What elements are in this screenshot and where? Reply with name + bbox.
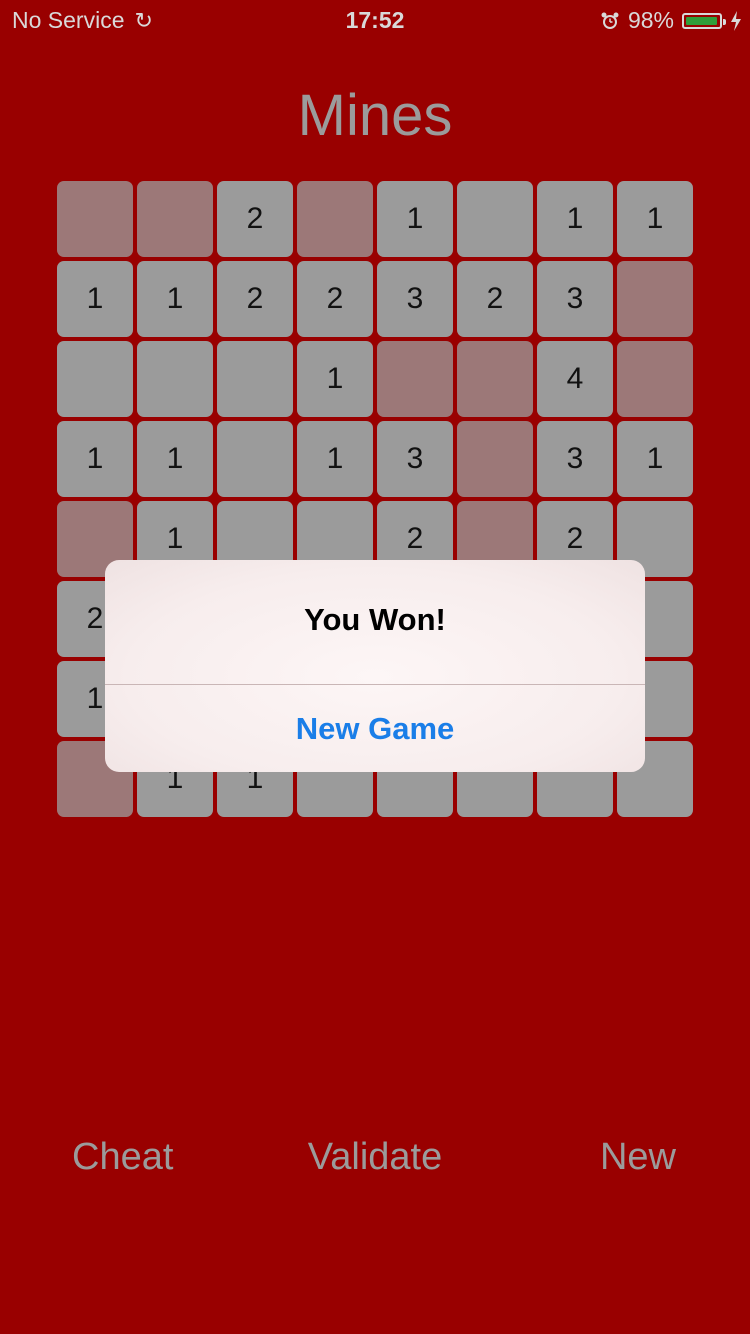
alarm-clock-icon — [601, 12, 619, 29]
mine-cell[interactable]: 3 — [377, 261, 453, 337]
battery-percent: 98% — [627, 7, 674, 33]
mine-cell[interactable] — [137, 341, 213, 417]
mine-cell[interactable]: 2 — [457, 261, 533, 337]
mine-cell-flagged[interactable] — [137, 181, 213, 257]
mine-cell[interactable]: 1 — [297, 421, 373, 497]
mine-cell[interactable]: 1 — [617, 421, 693, 497]
mine-cell[interactable] — [57, 341, 133, 417]
mine-cell[interactable]: 1 — [377, 181, 453, 257]
mine-cell[interactable]: 1 — [137, 421, 213, 497]
cheat-button[interactable]: Cheat — [72, 1136, 173, 1179]
mine-cell[interactable]: 2 — [217, 261, 293, 337]
new-button[interactable]: New — [600, 1136, 676, 1179]
mine-cell[interactable]: 2 — [297, 261, 373, 337]
mine-cell-flagged[interactable] — [57, 181, 133, 257]
mine-cell[interactable]: 3 — [537, 421, 613, 497]
mine-cell[interactable]: 1 — [297, 341, 373, 417]
mine-cell[interactable]: 2 — [217, 181, 293, 257]
new-game-button[interactable]: New Game — [105, 685, 645, 772]
mine-cell[interactable]: 1 — [57, 421, 133, 497]
battery-tip — [723, 18, 726, 25]
mine-cell[interactable] — [217, 341, 293, 417]
mine-cell-flagged[interactable] — [617, 341, 693, 417]
mine-cell[interactable]: 3 — [377, 421, 453, 497]
mine-cell-flagged[interactable] — [457, 341, 533, 417]
mine-cell-flagged[interactable] — [457, 421, 533, 497]
mine-cell[interactable]: 1 — [537, 181, 613, 257]
mine-cell[interactable] — [217, 421, 293, 497]
mine-cell[interactable]: 1 — [57, 261, 133, 337]
mine-cell[interactable]: 3 — [537, 261, 613, 337]
mine-cell-flagged[interactable] — [617, 261, 693, 337]
mine-cell[interactable]: 4 — [537, 341, 613, 417]
alert-title: You Won! — [304, 602, 446, 637]
mine-cell[interactable] — [457, 181, 533, 257]
validate-button[interactable]: Validate — [308, 1136, 443, 1178]
mine-cell[interactable]: 1 — [617, 181, 693, 257]
battery-icon — [682, 12, 726, 29]
mine-cell[interactable]: 1 — [137, 261, 213, 337]
mine-cell-flagged[interactable] — [377, 341, 453, 417]
status-right: 98% — [600, 7, 742, 34]
status-bar: No Service ↻ 17:52 98% — [0, 0, 750, 40]
page-title: Mines — [297, 83, 453, 148]
battery-fill — [686, 16, 718, 25]
mine-cell-flagged[interactable] — [297, 181, 373, 257]
charging-bolt-icon — [731, 10, 741, 31]
win-alert-dialog: You Won! New Game — [105, 560, 645, 772]
